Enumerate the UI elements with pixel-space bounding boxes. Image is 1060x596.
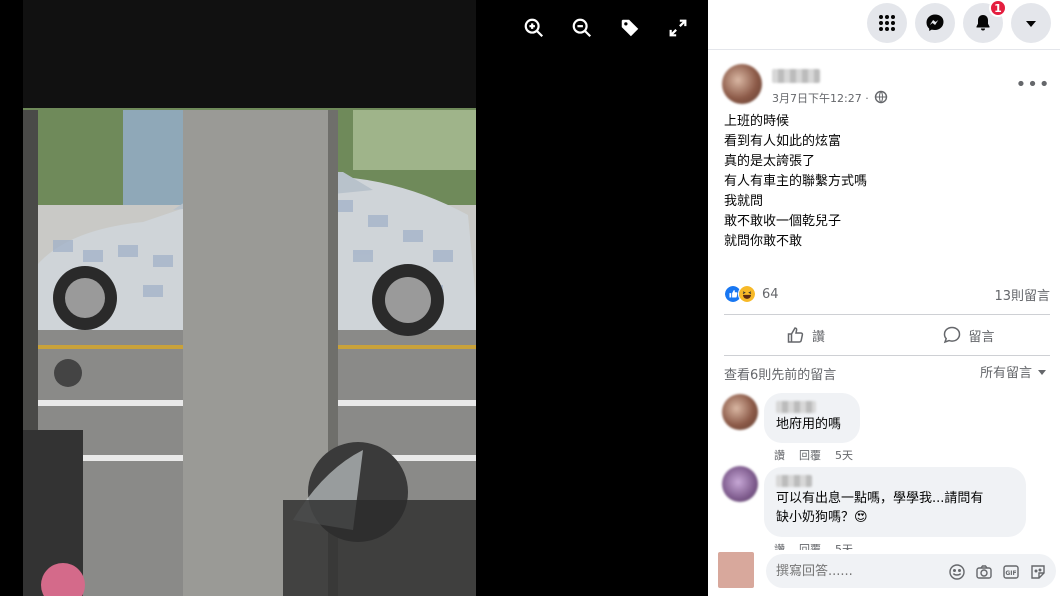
comment-label: 留言 <box>968 329 995 345</box>
zoom-in-icon[interactable] <box>520 14 548 42</box>
view-previous-comments-link[interactable]: 查看6則先前的留言 <box>724 364 836 383</box>
post-panel: 1 3月7日下午12:27 · ••• 上班的時候 看到有人如此的炫富 真的是太… <box>708 0 1060 596</box>
thumbs-up-icon <box>787 327 804 343</box>
comment-bubble: 地府用的嗎 <box>764 393 860 443</box>
reply-composer: GIF <box>716 550 1056 590</box>
comment-bubble: 可以有出息一點嗎，學學我...請問有 缺小奶狗嗎？😍 <box>764 467 1026 537</box>
camera-icon[interactable] <box>975 563 993 581</box>
comment-bubble-icon <box>944 326 961 344</box>
comment-like-link[interactable]: 讚 <box>774 447 785 463</box>
photo-viewer <box>0 0 708 596</box>
chevron-down-icon <box>1038 369 1046 375</box>
notification-badge: 1 <box>989 0 1007 17</box>
emoji-icon[interactable] <box>948 563 966 581</box>
sticker-icon[interactable] <box>1029 563 1047 581</box>
post-line: 上班的時候 <box>724 114 790 129</box>
commenter-name[interactable] <box>776 401 816 413</box>
photo-image <box>23 0 476 596</box>
post-photo[interactable] <box>23 0 476 596</box>
user-avatar <box>718 552 754 588</box>
messenger-icon[interactable] <box>915 3 955 43</box>
comment-text-line: 缺小奶狗嗎？😍 <box>776 510 868 525</box>
comment-meta: 讚 回覆 5天 <box>774 447 853 463</box>
commenter-avatar[interactable] <box>722 394 758 430</box>
like-button[interactable]: 讚 <box>724 315 887 355</box>
comment-text-line: 可以有出息一點嗎，學學我...請問有 <box>776 491 984 506</box>
author-avatar[interactable] <box>722 64 762 104</box>
comment-time[interactable]: 5天 <box>835 447 853 463</box>
post-timestamp[interactable]: 3月7日下午12:27 · <box>772 90 869 106</box>
more-options-icon[interactable]: ••• <box>1016 74 1050 95</box>
post-text: 上班的時候 看到有人如此的炫富 真的是太誇張了 有人有車主的聯繫方式嗎 我就問 … <box>724 112 867 252</box>
haha-reaction-icon <box>738 285 756 303</box>
reaction-summary[interactable]: 64 <box>724 284 779 304</box>
tag-icon[interactable] <box>616 14 644 42</box>
top-navbar: 1 <box>708 0 1060 50</box>
globe-icon <box>874 90 888 104</box>
post-line: 敢不敢收一個乾兒子 <box>724 214 842 229</box>
account-chevron-icon[interactable] <box>1011 3 1051 43</box>
comment-sort-dropdown[interactable]: 所有留言 <box>980 362 1048 381</box>
reaction-count: 64 <box>762 286 779 302</box>
notification-bell-icon[interactable]: 1 <box>963 0 1007 43</box>
gif-icon[interactable]: GIF <box>1002 563 1020 581</box>
commenter-name[interactable] <box>776 475 812 487</box>
comment-text: 地府用的嗎 <box>776 417 842 432</box>
post-line: 真的是太誇張了 <box>724 154 816 169</box>
post-line: 看到有人如此的炫富 <box>724 134 842 149</box>
fullscreen-icon[interactable] <box>664 14 692 42</box>
post-line: 有人有車主的聯繫方式嗎 <box>724 174 868 189</box>
comment-reply-link[interactable]: 回覆 <box>799 447 821 463</box>
post-line: 就問你敢不敢 <box>724 234 803 249</box>
like-label: 讚 <box>811 329 825 345</box>
comment-button[interactable]: 留言 <box>887 315 1050 355</box>
post-line: 我就問 <box>724 194 764 209</box>
commenter-avatar[interactable] <box>722 466 758 502</box>
author-name[interactable] <box>772 69 820 83</box>
zoom-out-icon[interactable] <box>568 14 596 42</box>
svg-text:GIF: GIF <box>1005 570 1016 577</box>
post-actions: 讚 留言 <box>724 314 1050 356</box>
sort-label: 所有留言 <box>979 366 1032 381</box>
comment-count[interactable]: 13則留言 <box>994 285 1050 304</box>
menu-grid-icon[interactable] <box>867 3 907 43</box>
